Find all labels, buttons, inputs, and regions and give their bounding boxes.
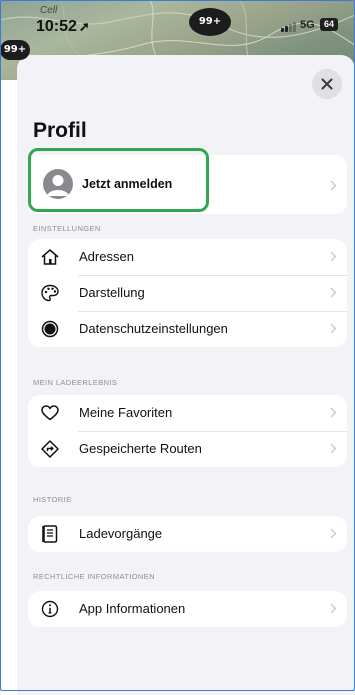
list-item-label: Adressen (79, 249, 134, 264)
list-item-label: Ladevorgänge (79, 526, 163, 541)
status-time: 10:52 ➚ (36, 18, 90, 35)
list-item-darstellung[interactable]: Darstellung (28, 275, 347, 311)
list-item-app-informationen[interactable]: App Informationen (28, 591, 347, 627)
list-item-label: Meine Favoriten (79, 405, 173, 420)
palette-icon (41, 284, 59, 302)
heart-icon (41, 405, 59, 421)
list-item-label: Datenschutzeinstellungen (79, 321, 228, 336)
chevron-right-icon (330, 407, 337, 418)
login-highlight-box (28, 148, 209, 212)
location-arrow-icon: ➚ (78, 19, 90, 34)
list-item-ladevorgaenge[interactable]: Ladevorgänge (28, 516, 347, 552)
chevron-right-icon (330, 603, 337, 614)
page-title: Profil (33, 119, 87, 142)
chevron-right-icon (330, 251, 337, 262)
notification-badge-top: 99+ (189, 8, 231, 36)
chevron-right-icon (330, 180, 337, 191)
legal-card: App Informationen (28, 591, 347, 627)
chevron-right-icon (330, 443, 337, 454)
network-type: 5G (300, 19, 315, 31)
section-header-ladeerlebnis: MEIN LADEERLEBNIS (33, 378, 118, 387)
list-document-icon (42, 525, 58, 543)
list-item-datenschutz[interactable]: Datenschutzeinstellungen (28, 311, 347, 347)
route-icon (41, 440, 59, 458)
chevron-right-icon (330, 323, 337, 334)
list-item-routen[interactable]: Gespeicherte Routen (28, 431, 347, 467)
list-item-label: Darstellung (79, 285, 145, 300)
list-item-favoriten[interactable]: Meine Favoriten (28, 395, 347, 431)
status-bar: 10:52 ➚ 99+ 99+ 5G 64 (0, 0, 355, 60)
house-icon (41, 249, 59, 265)
close-icon (321, 78, 333, 90)
section-header-einstellungen: EINSTELLUNGEN (33, 224, 101, 233)
info-icon (41, 600, 59, 618)
settings-card: Adressen Darstellung Datenschutzeinstell… (28, 239, 347, 347)
chevron-right-icon (330, 528, 337, 539)
section-header-rechtliches: RECHTLICHE INFORMATIONEN (33, 572, 155, 581)
history-card: Ladevorgänge (28, 516, 347, 552)
cellular-signal-icon (281, 22, 297, 32)
list-item-adressen[interactable]: Adressen (28, 239, 347, 275)
battery-icon: 64 (320, 18, 338, 31)
chevron-right-icon (330, 287, 337, 298)
privacy-toggle-icon (41, 320, 59, 338)
charging-experience-card: Meine Favoriten Gespeicherte Routen (28, 395, 347, 467)
close-button[interactable] (312, 69, 342, 99)
notification-badge-left: 99+ (0, 40, 30, 60)
section-header-historie: HISTORIE (33, 495, 72, 504)
list-item-label: Gespeicherte Routen (79, 441, 202, 456)
list-item-label: App Informationen (79, 601, 186, 616)
